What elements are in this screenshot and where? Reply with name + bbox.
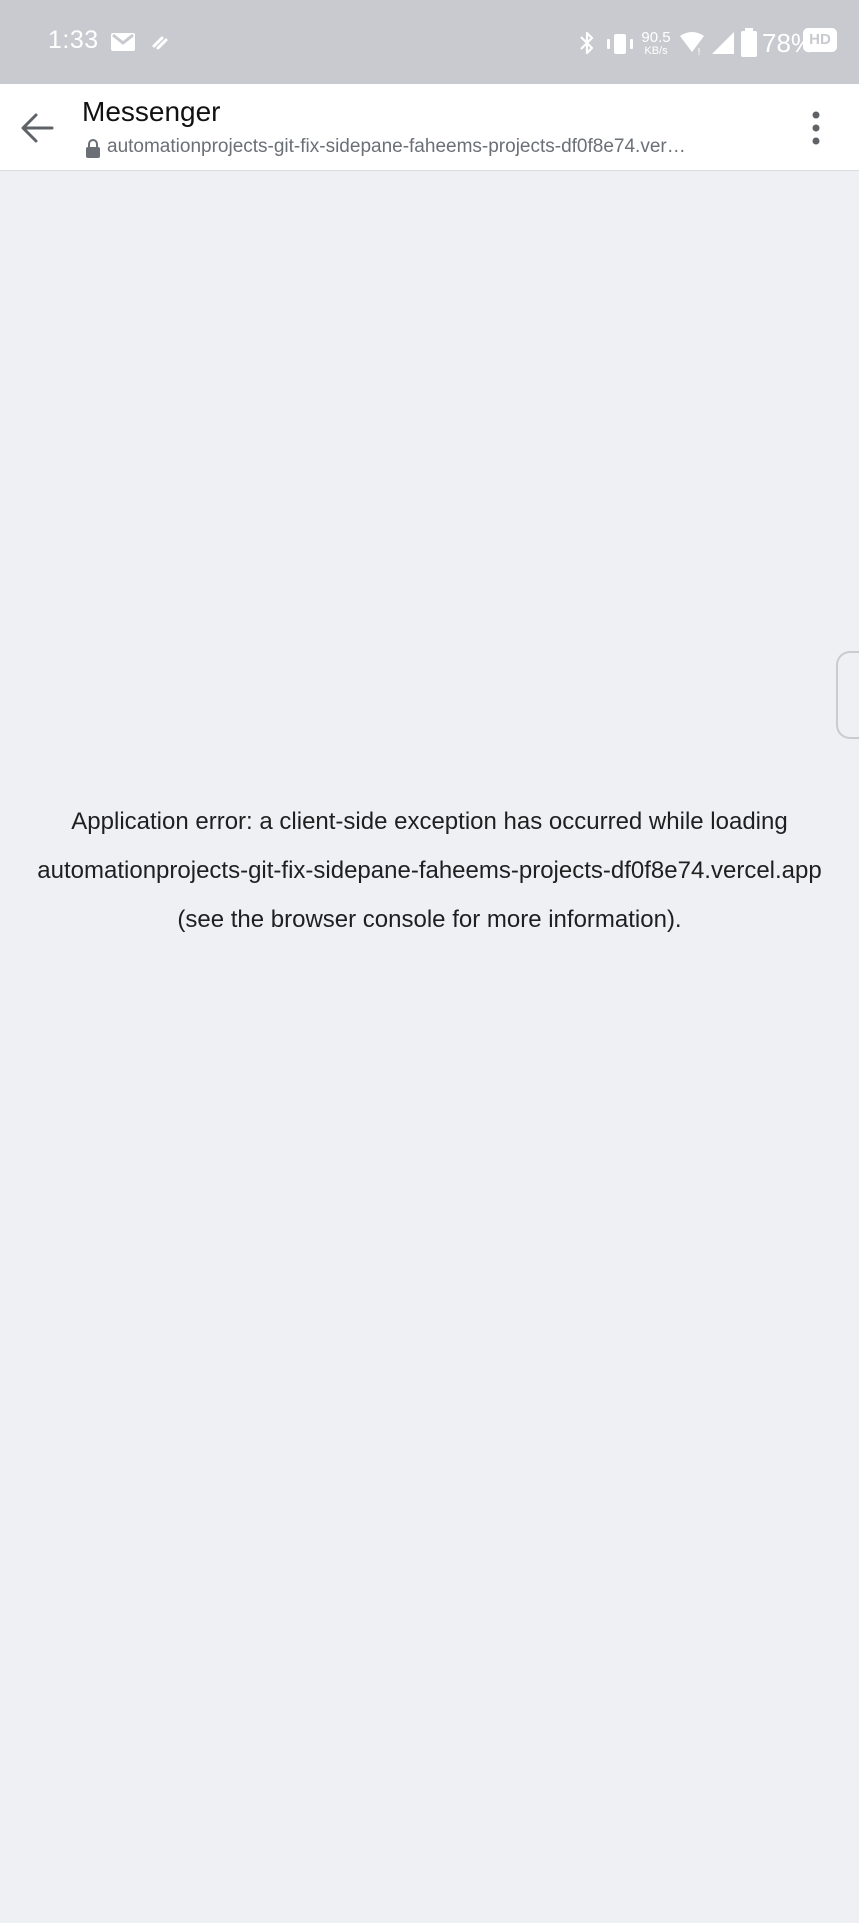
- svg-text:!: !: [697, 47, 701, 56]
- back-arrow-icon[interactable]: [14, 104, 62, 152]
- lock-icon: [86, 139, 100, 158]
- wifi-icon: !: [680, 32, 704, 56]
- link-icon: [152, 36, 168, 50]
- error-line-3: (see the browser console for more inform…: [177, 906, 682, 933]
- error-line-2: automationprojects-git-fix-sidepane-fahe…: [37, 857, 822, 884]
- network-speed-value: 90.5: [641, 29, 671, 46]
- more-vertical-icon[interactable]: [800, 106, 832, 150]
- page-title: Messenger: [82, 96, 221, 127]
- page-content: [0, 171, 859, 1923]
- status-bar: 1:33 90.5 KB/s ! 78% HD: [0, 0, 859, 84]
- bluetooth-icon: [580, 31, 594, 55]
- gmail-icon: [111, 33, 135, 51]
- network-speed: 90.5 KB/s: [638, 30, 674, 57]
- url-bar[interactable]: automationprojects-git-fix-sidepane-fahe…: [84, 136, 744, 162]
- notification-icons: [111, 33, 168, 51]
- browser-toolbar: Messenger automationprojects-git-fix-sid…: [0, 84, 859, 171]
- network-speed-unit: KB/s: [644, 45, 668, 57]
- url-text: automationprojects-git-fix-sidepane-fahe…: [107, 136, 686, 157]
- signal-icon: [712, 32, 734, 54]
- side-panel-handle[interactable]: [836, 651, 859, 739]
- error-message: Application error: a client-side excepti…: [0, 797, 859, 944]
- status-time: 1:33: [48, 26, 99, 54]
- battery-icon: [741, 28, 757, 57]
- vibrate-icon: [607, 34, 633, 54]
- hd-badge: HD: [803, 28, 837, 52]
- error-line-1: Application error: a client-side excepti…: [71, 808, 788, 835]
